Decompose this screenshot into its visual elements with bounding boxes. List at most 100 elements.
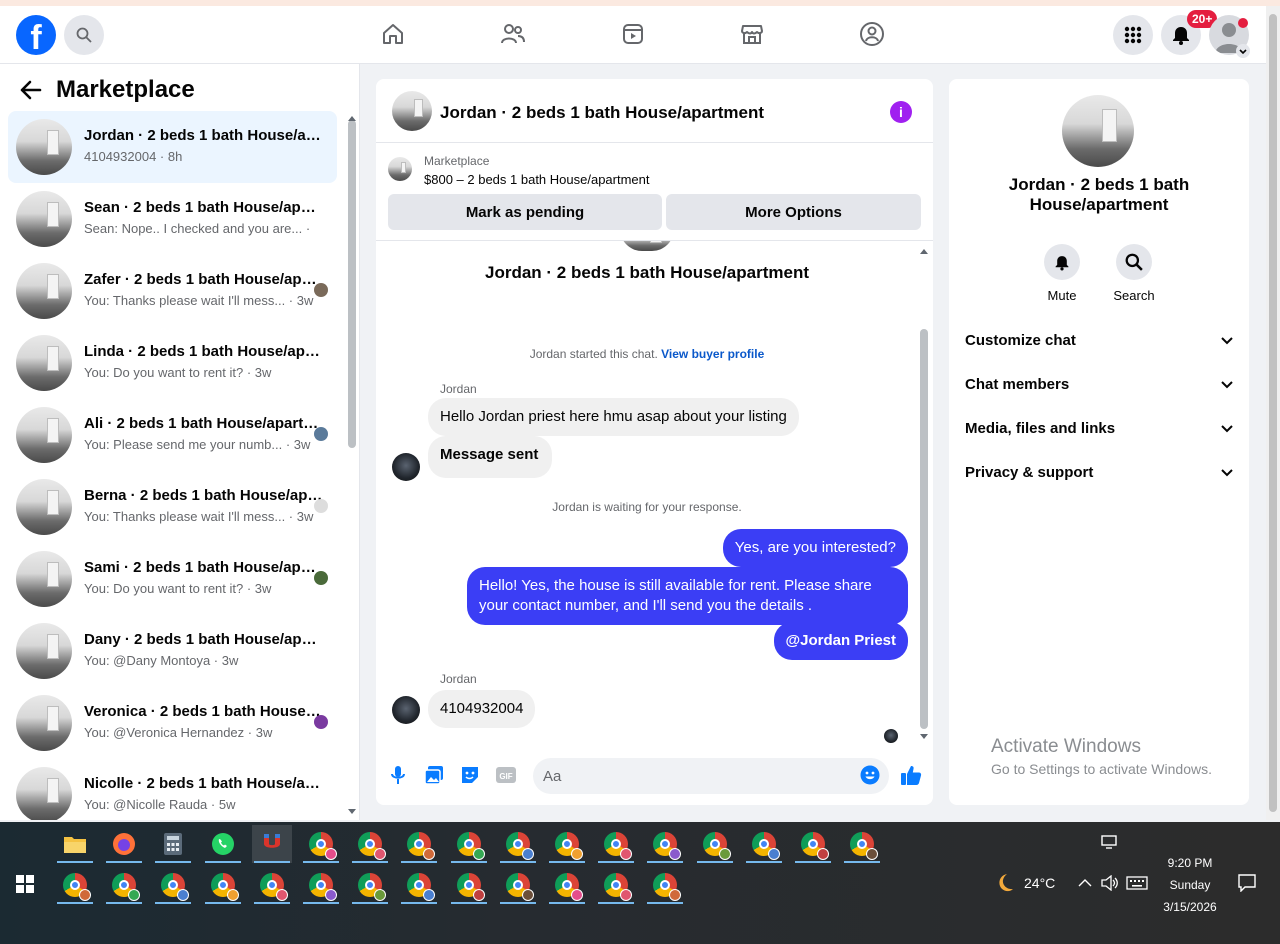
conversation-list-scrollbar[interactable] xyxy=(348,120,356,448)
details-avatar[interactable] xyxy=(1062,95,1134,167)
scroll-up-arrow-icon[interactable] xyxy=(347,114,357,122)
firefox-app[interactable] xyxy=(104,825,144,863)
conversation-item[interactable]: Sean · 2 beds 1 bath House/apartment Sean… xyxy=(8,183,337,255)
incoming-message[interactable]: Hello Jordan priest here hmu asap about … xyxy=(428,398,799,436)
groups-nav-button[interactable] xyxy=(858,20,886,48)
keyboard-icon[interactable] xyxy=(1126,876,1148,890)
chrome-profile-app[interactable] xyxy=(695,825,735,863)
search-in-chat-button[interactable]: Search xyxy=(1104,244,1164,303)
message-input[interactable] xyxy=(533,758,889,794)
chrome-profile-app[interactable] xyxy=(645,825,685,863)
chat-title[interactable]: Jordan · 2 beds 1 bath House/apartment xyxy=(440,103,764,123)
customize-chat-row[interactable]: Customize chat xyxy=(965,332,1233,349)
conversation-item[interactable]: Dany · 2 beds 1 bath House/apartment You:… xyxy=(8,615,337,687)
utility-app[interactable] xyxy=(251,825,292,863)
marketplace-nav-button[interactable] xyxy=(738,20,766,48)
network-tray-icon[interactable] xyxy=(1101,835,1119,849)
conversation-item[interactable]: Zafer · 2 beds 1 bath House/apartment You… xyxy=(8,255,337,327)
like-button[interactable] xyxy=(899,763,923,787)
page-scrollbar[interactable] xyxy=(1266,6,1280,820)
listing-thumbnail[interactable] xyxy=(388,157,412,181)
chrome-profile-app[interactable] xyxy=(55,866,95,904)
chrome-profile-app[interactable] xyxy=(203,866,243,904)
conversation-thumbnail xyxy=(16,335,72,391)
chrome-profile-app[interactable] xyxy=(793,825,833,863)
chrome-profile-app[interactable] xyxy=(547,825,587,863)
system-clock[interactable]: 9:20 PM Sunday 3/15/2026 xyxy=(1150,852,1230,918)
conversation-item[interactable]: Nicolle · 2 beds 1 bath House/apartment Y… xyxy=(8,759,337,820)
incoming-message[interactable]: 4104932004 xyxy=(428,690,536,728)
info-icon[interactable]: i xyxy=(890,101,912,123)
chrome-profile-app[interactable] xyxy=(645,866,685,904)
outgoing-message[interactable]: Hello! Yes, the house is still available… xyxy=(467,567,908,625)
listing-price[interactable]: $800 – 2 beds 1 bath House/apartment xyxy=(424,172,650,187)
chevron-up-icon[interactable] xyxy=(1078,878,1092,888)
windows-start-icon[interactable] xyxy=(16,875,34,893)
profile-badge xyxy=(669,889,682,901)
thread-scrollbar[interactable] xyxy=(920,329,928,729)
volume-icon[interactable] xyxy=(1101,875,1119,891)
home-nav-button[interactable] xyxy=(379,20,407,48)
chrome-profile-app[interactable] xyxy=(350,825,390,863)
media-files-links-row[interactable]: Media, files and links xyxy=(965,420,1233,437)
chrome-profile-app[interactable] xyxy=(104,866,144,904)
chrome-profile-app[interactable] xyxy=(449,825,489,863)
search-button[interactable] xyxy=(64,15,104,55)
sticker-button[interactable] xyxy=(460,765,480,785)
chrome-profile-app[interactable] xyxy=(596,825,636,863)
chrome-profile-app[interactable] xyxy=(596,866,636,904)
conversation-item[interactable]: Sami · 2 beds 1 bath House/apartment You:… xyxy=(8,543,337,615)
page-scrollbar-thumb[interactable] xyxy=(1269,14,1277,812)
chrome-profile-app[interactable] xyxy=(498,825,538,863)
voice-clip-button[interactable] xyxy=(388,765,408,785)
chat-members-row[interactable]: Chat members xyxy=(965,376,1233,393)
outgoing-message[interactable]: Yes, are you interested? xyxy=(722,529,908,567)
file-explorer-app[interactable] xyxy=(55,825,95,863)
sender-avatar[interactable] xyxy=(392,453,420,481)
chrome-profile-app[interactable] xyxy=(350,866,390,904)
conversation-item[interactable]: Berna · 2 beds 1 bath House/apartment You… xyxy=(8,471,337,543)
chrome-profile-app[interactable] xyxy=(153,866,193,904)
chrome-profile-app[interactable] xyxy=(744,825,784,863)
chrome-profile-app[interactable] xyxy=(498,866,538,904)
attach-photo-button[interactable] xyxy=(424,765,444,785)
facebook-logo[interactable]: f xyxy=(16,15,56,55)
chrome-profile-app[interactable] xyxy=(252,866,292,904)
chrome-profile-app[interactable] xyxy=(842,825,882,863)
chrome-profile-app[interactable] xyxy=(547,866,587,904)
calculator-app[interactable] xyxy=(153,825,193,863)
menu-button[interactable] xyxy=(1113,15,1153,55)
back-arrow-icon[interactable] xyxy=(20,80,42,100)
sender-avatar[interactable] xyxy=(392,696,420,724)
moon-weather-icon[interactable] xyxy=(993,872,1015,894)
conversation-item[interactable]: Linda · 2 beds 1 bath House/apartment You… xyxy=(8,327,337,399)
scroll-down-arrow-icon[interactable] xyxy=(347,808,357,816)
whatsapp-app[interactable] xyxy=(203,825,243,863)
chrome-profile-app[interactable] xyxy=(399,825,439,863)
notification-center-icon[interactable] xyxy=(1238,874,1256,892)
emoji-button[interactable] xyxy=(860,765,880,785)
conversation-item[interactable]: Jordan · 2 beds 1 bath House/apartment 41… xyxy=(8,111,337,183)
view-buyer-profile-link[interactable]: View buyer profile xyxy=(661,347,764,361)
privacy-support-row[interactable]: Privacy & support xyxy=(965,464,1233,481)
chrome-profile-app[interactable] xyxy=(301,866,341,904)
video-nav-button[interactable] xyxy=(619,20,647,48)
temperature-readout[interactable]: 24°C xyxy=(1024,875,1055,891)
more-options-button[interactable]: More Options xyxy=(666,194,921,230)
conversation-item[interactable]: Ali · 2 beds 1 bath House/apartment You: … xyxy=(8,399,337,471)
incoming-message[interactable]: Message sent xyxy=(428,436,553,478)
mute-button[interactable]: Mute xyxy=(1032,244,1092,303)
scroll-down-arrow-icon[interactable] xyxy=(919,733,929,741)
mark-as-pending-button[interactable]: Mark as pending xyxy=(388,194,662,230)
chrome-profile-app[interactable] xyxy=(301,825,341,863)
scroll-up-arrow-icon[interactable] xyxy=(919,247,929,255)
chevron-down-icon[interactable] xyxy=(1236,44,1250,58)
conversation-item[interactable]: Veronica · 2 beds 1 bath House/apartment… xyxy=(8,687,337,759)
friends-nav-button[interactable] xyxy=(499,20,527,48)
gif-button[interactable]: GIF xyxy=(496,765,516,785)
chat-avatar[interactable] xyxy=(392,91,432,131)
chrome-profile-app[interactable] xyxy=(399,866,439,904)
chrome-profile-app[interactable] xyxy=(449,866,489,904)
outgoing-message[interactable]: @Jordan Priest xyxy=(773,622,908,660)
conversation-snippet: 4104932004 · 8h xyxy=(84,149,183,164)
